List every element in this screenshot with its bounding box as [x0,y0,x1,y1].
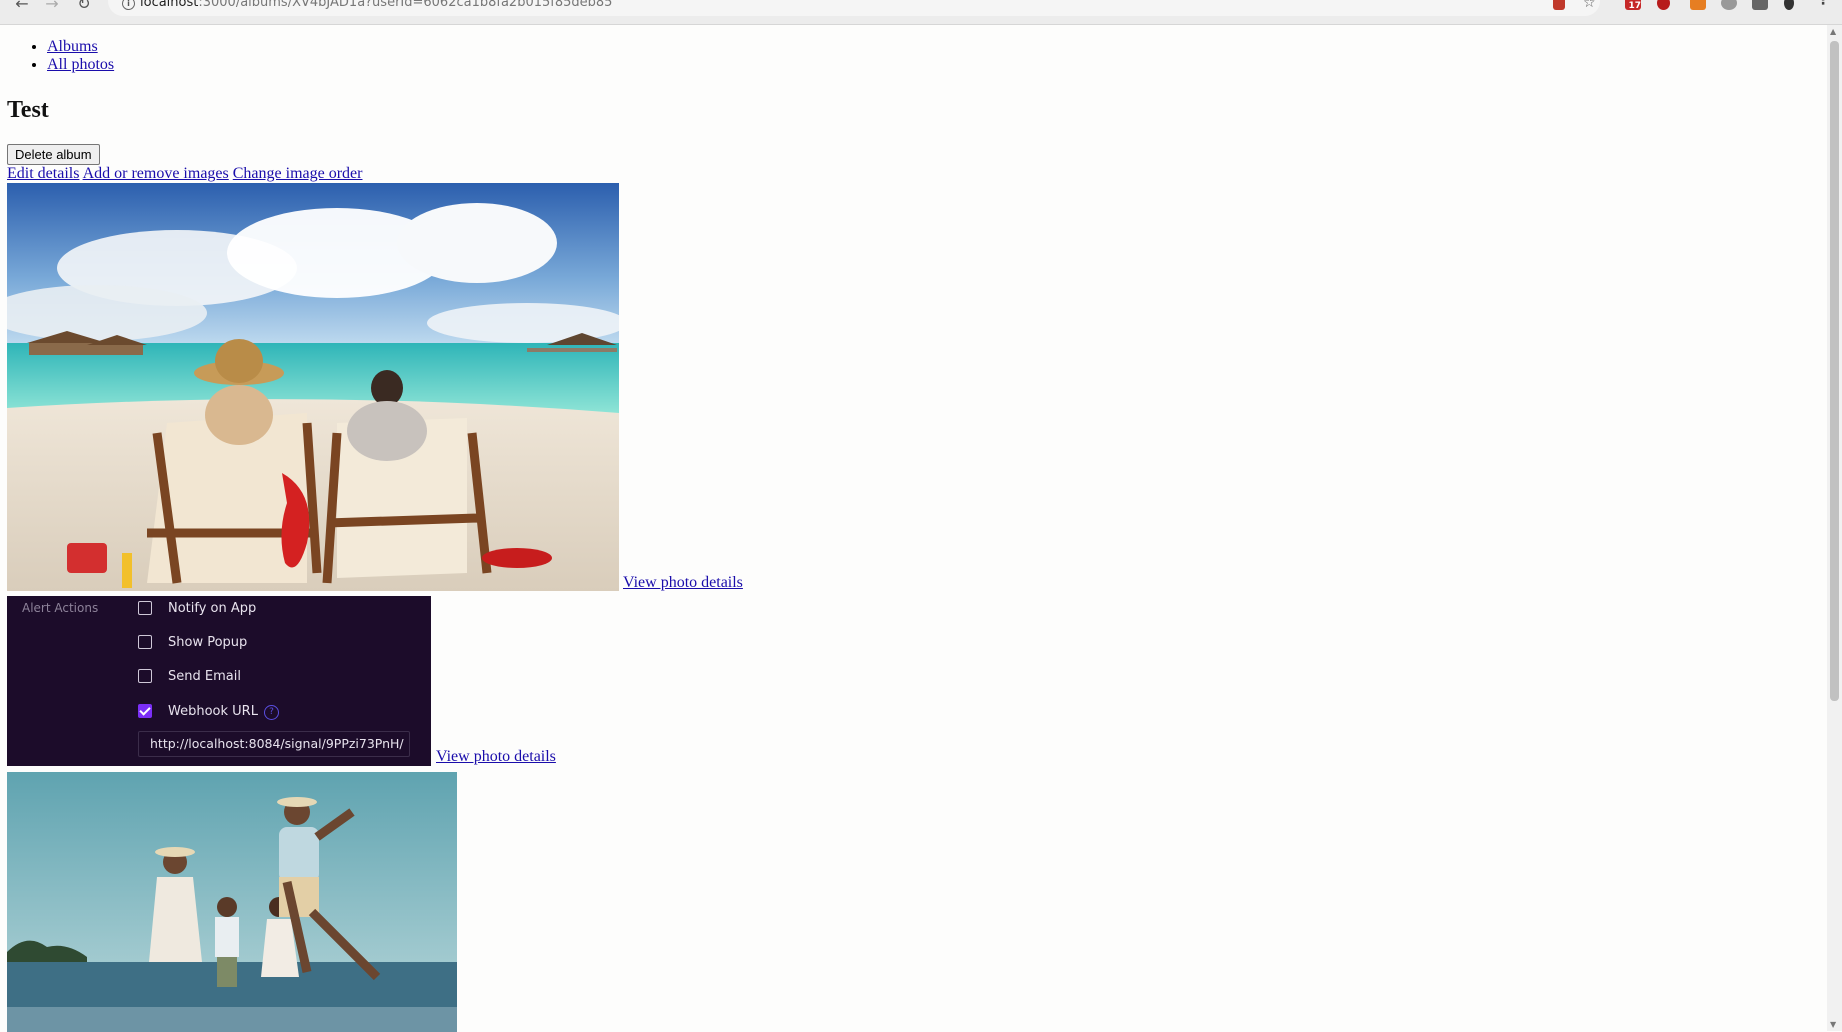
metamask-extension-icon[interactable] [1690,0,1706,10]
key-icon[interactable] [1553,0,1565,10]
nav-item-albums: Albums [47,38,1824,56]
scroll-down-icon[interactable]: ▼ [1830,1020,1836,1029]
calendar-extension-icon[interactable]: 17 [1625,0,1641,11]
send-email-checkbox[interactable] [138,669,152,683]
forward-arrow-icon[interactable]: → [40,0,64,16]
webhook-url-checkbox[interactable] [138,704,152,718]
alert-actions-image: Alert Actions Notify on App Show Popup S… [7,596,431,766]
bookmark-star-icon[interactable]: ☆ [1583,0,1599,10]
puzzle-extensions-icon[interactable] [1752,0,1768,10]
help-circle-icon[interactable]: ? [264,705,279,720]
kebab-menu-icon[interactable]: ⋮ [1816,0,1832,10]
gear-extension-icon[interactable] [1721,0,1737,10]
nav-item-all-photos: All photos [47,56,1824,74]
profile-avatar-icon[interactable] [1784,0,1794,10]
reload-icon[interactable]: ↻ [72,0,96,16]
family-photo [7,772,457,1032]
albums-link[interactable]: Albums [47,38,98,55]
webhook-url-input[interactable]: http://localhost:8084/signal/9PPzi73PnH/ [138,731,410,757]
family-photo-image [7,772,457,1032]
photo-entry: Alert Actions Notify on App Show Popup S… [7,596,1824,772]
back-arrow-icon[interactable]: ← [10,0,34,16]
scroll-up-icon[interactable]: ▲ [1830,27,1836,36]
view-photo-details-link-2[interactable]: View photo details [436,748,556,766]
option-label: Webhook URL [168,704,258,719]
extension-badge-count: 17 [1628,1,1641,11]
page-scrollbar[interactable]: ▲ ▼ [1827,25,1842,1031]
option-label: Show Popup [168,635,248,650]
main-nav: Albums All photos [7,38,1824,74]
address-url[interactable]: localhost:3000/albums/XV4bJAD1a?userId=6… [140,0,612,11]
url-host: localhost [140,0,199,10]
option-label: Send Email [168,669,241,684]
scrollbar-thumb[interactable] [1830,41,1839,701]
url-path: :3000/albums/XV4bJAD1a?userId=6062ca1b8f… [198,0,613,10]
beach-photo [7,183,619,591]
album-title: Test [7,97,49,123]
site-info-icon[interactable]: i [122,0,135,10]
photo-entry [7,772,1824,1032]
show-popup-checkbox[interactable] [138,635,152,649]
page-content: Albums All photos Test Delete album Edit… [7,38,1824,1032]
change-image-order-link[interactable]: Change image order [233,165,363,182]
all-photos-link[interactable]: All photos [47,56,114,73]
view-photo-details-link-1[interactable]: View photo details [623,574,743,592]
option-label: Notify on App [168,601,257,616]
delete-album-button[interactable]: Delete album [7,144,100,165]
album-actions: Edit details Add or remove images Change… [7,165,1824,183]
notify-on-app-checkbox[interactable] [138,601,152,615]
add-remove-images-link[interactable]: Add or remove images [83,165,229,182]
alert-actions-label: Alert Actions [22,601,99,615]
edit-details-link[interactable]: Edit details [7,165,79,182]
ublock-extension-icon[interactable] [1657,0,1670,10]
beach-photo-image [7,183,619,591]
address-bar[interactable]: i localhost:3000/albums/XV4bJAD1a?userId… [108,0,1600,16]
photo-entry: View photo details [7,183,1824,596]
browser-toolbar: ← → ↻ i localhost:3000/albums/XV4bJAD1a?… [0,0,1842,25]
